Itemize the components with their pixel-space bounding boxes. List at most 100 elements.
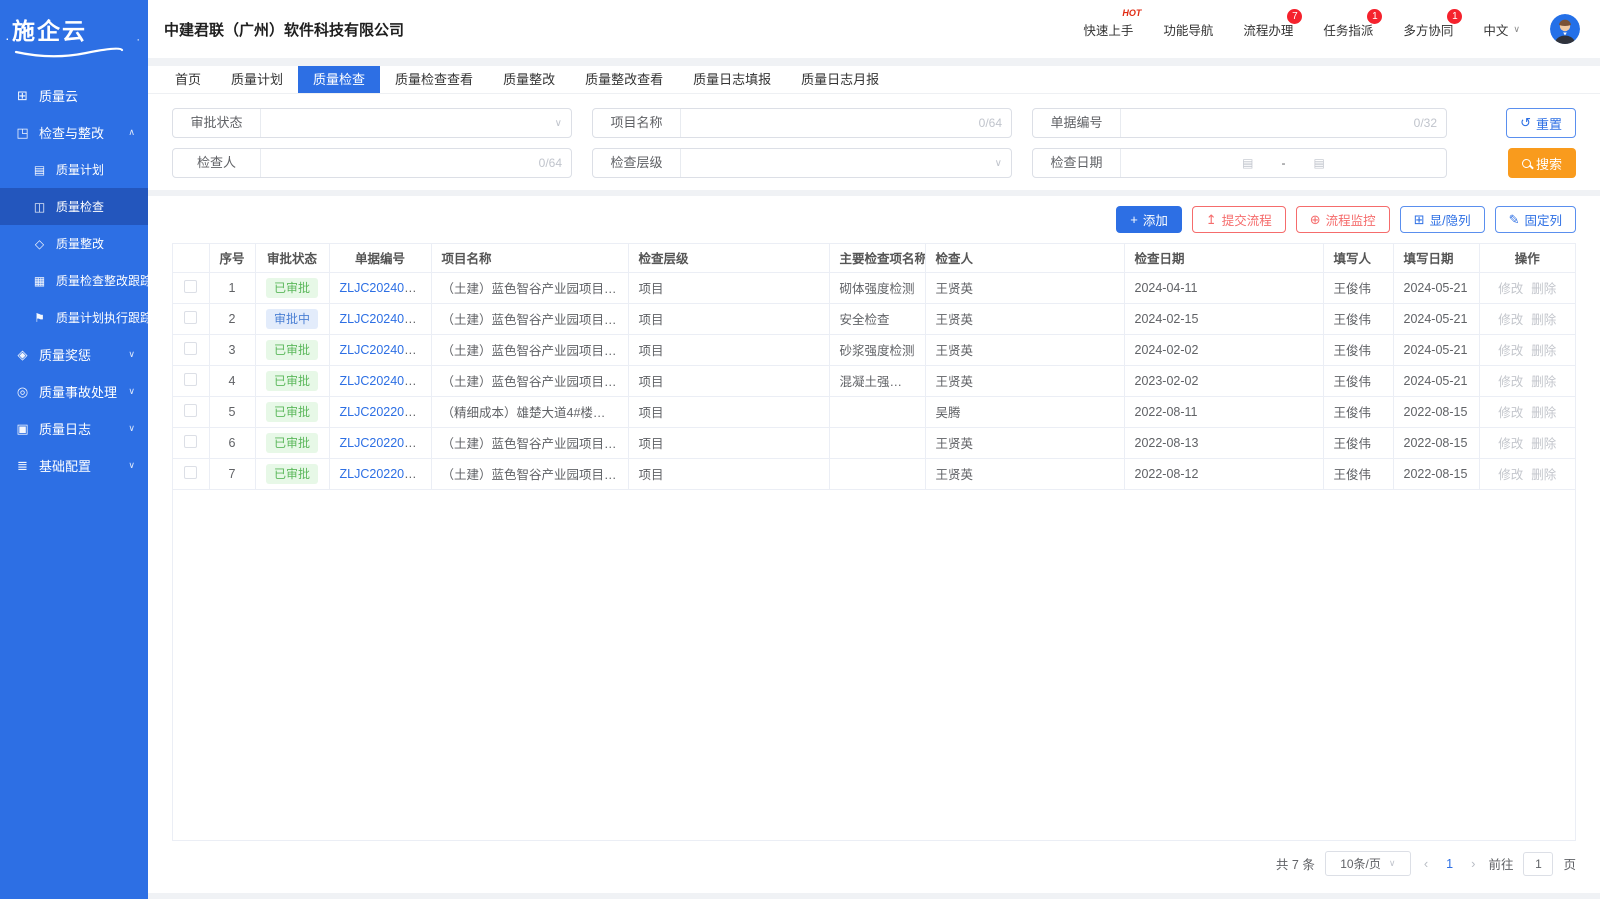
doc-number-link[interactable]: ZLJC2024050446 bbox=[340, 281, 432, 295]
daterange-separator: - bbox=[1282, 156, 1286, 170]
delete-link[interactable]: 删除 bbox=[1531, 375, 1556, 389]
edit-link[interactable]: 修改 bbox=[1498, 344, 1523, 358]
sidebar-item-检查与整改[interactable]: ◳检查与整改∧ bbox=[0, 114, 148, 151]
topnav-item-任务指派[interactable]: 任务指派1 bbox=[1323, 20, 1373, 39]
filter-input[interactable]: 0/64 bbox=[681, 109, 1011, 137]
delete-link[interactable]: 删除 bbox=[1531, 406, 1556, 420]
reset-label: 重置 bbox=[1536, 114, 1562, 133]
prev-page-button[interactable]: ‹ bbox=[1421, 856, 1431, 871]
inspector-name: 吴腾 bbox=[925, 396, 1124, 427]
chevron-up-icon: ∧ bbox=[128, 127, 135, 138]
doc-number-link[interactable]: ZLJC2022080172 bbox=[340, 467, 432, 481]
sidebar-item-质量计划[interactable]: ▤质量计划 bbox=[0, 151, 148, 188]
inspector-name: 王贤英 bbox=[925, 303, 1124, 334]
tab-质量整改[interactable]: 质量整改 bbox=[488, 66, 570, 93]
row-checkbox[interactable] bbox=[184, 342, 197, 355]
status-badge: 已审批 bbox=[266, 433, 318, 453]
sidebar-item-质量整改[interactable]: ◇质量整改 bbox=[0, 225, 148, 262]
check-item-name: 砂浆强度检测 bbox=[829, 334, 925, 365]
topnav-item-功能导航[interactable]: 功能导航 bbox=[1163, 20, 1213, 39]
sidebar-item-质量计划执行跟踪[interactable]: ⚑质量计划执行跟踪 bbox=[0, 299, 148, 336]
delete-link[interactable]: 删除 bbox=[1531, 468, 1556, 482]
流程监控-button[interactable]: ⊕流程监控 bbox=[1296, 206, 1390, 233]
edit-link[interactable]: 修改 bbox=[1498, 437, 1523, 451]
row-checkbox[interactable] bbox=[184, 373, 197, 386]
doc-number-link[interactable]: ZLJC2022080173 bbox=[340, 436, 432, 450]
check-date: 2022-08-11 bbox=[1124, 396, 1323, 427]
chevron-down-icon: ∨ bbox=[555, 118, 562, 129]
filter-input[interactable]: 0/64 bbox=[261, 149, 571, 177]
filter-label: 审批状态 bbox=[173, 109, 261, 137]
sidebar-item-质量事故处理[interactable]: ◎质量事故处理∨ bbox=[0, 373, 148, 410]
delete-link[interactable]: 删除 bbox=[1531, 282, 1556, 296]
显/隐列-button[interactable]: ⊞显/隐列 bbox=[1400, 206, 1485, 233]
固定列-button[interactable]: ✎固定列 bbox=[1495, 206, 1576, 233]
check-level: 项目 bbox=[628, 458, 829, 489]
doc-number-link[interactable]: ZLJC2022080174 bbox=[340, 405, 432, 419]
row-checkbox[interactable] bbox=[184, 466, 197, 479]
reset-button[interactable]: ↺重置 bbox=[1506, 108, 1576, 138]
sidebar-item-质量检查整改跟踪[interactable]: ▦质量检查整改跟踪 bbox=[0, 262, 148, 299]
project-name: （土建）蓝色智谷产业园项目施工总承... bbox=[431, 365, 628, 396]
edit-link[interactable]: 修改 bbox=[1498, 282, 1523, 296]
filter-select[interactable]: ∨ bbox=[261, 109, 571, 137]
delete-link[interactable]: 删除 bbox=[1531, 437, 1556, 451]
current-page[interactable]: 1 bbox=[1441, 857, 1458, 871]
topnav-item-流程办理[interactable]: 流程办理7 bbox=[1243, 20, 1293, 39]
tab-首页[interactable]: 首页 bbox=[160, 66, 216, 93]
search-button[interactable]: 搜索 bbox=[1508, 148, 1576, 178]
inspector-name: 王贤英 bbox=[925, 458, 1124, 489]
check-item-name bbox=[829, 427, 925, 458]
edit-link[interactable]: 修改 bbox=[1498, 406, 1523, 420]
user-avatar[interactable] bbox=[1550, 14, 1580, 44]
doc-number-link[interactable]: ZLJC2024050444 bbox=[340, 343, 432, 357]
filter-label: 单据编号 bbox=[1033, 109, 1121, 137]
row-checkbox[interactable] bbox=[184, 435, 197, 448]
filter-daterange[interactable]: ▤-▤ bbox=[1121, 149, 1446, 177]
sidebar-item-质量检查[interactable]: ◫质量检查 bbox=[0, 188, 148, 225]
delete-link[interactable]: 删除 bbox=[1531, 313, 1556, 327]
project-name: （土建）蓝色智谷产业园项目施工总承... bbox=[431, 458, 628, 489]
filter-input[interactable]: 0/32 bbox=[1121, 109, 1446, 137]
doc-number-link[interactable]: ZLJC2024050443 bbox=[340, 374, 432, 388]
提交流程-button[interactable]: ↥提交流程 bbox=[1192, 206, 1286, 233]
inspector-name: 王贤英 bbox=[925, 334, 1124, 365]
row-checkbox[interactable] bbox=[184, 311, 197, 324]
chevron-down-icon: ∨ bbox=[1513, 24, 1520, 35]
sidebar-item-质量奖惩[interactable]: ◈质量奖惩∨ bbox=[0, 336, 148, 373]
edit-link[interactable]: 修改 bbox=[1498, 468, 1523, 482]
logo-text: 施企云 bbox=[12, 12, 138, 46]
filter-select[interactable]: ∨ bbox=[681, 149, 1011, 177]
tab-质量整改查看[interactable]: 质量整改查看 bbox=[570, 66, 678, 93]
delete-link[interactable]: 删除 bbox=[1531, 344, 1556, 358]
edit-link[interactable]: 修改 bbox=[1498, 375, 1523, 389]
sidebar-item-质量日志[interactable]: ▣质量日志∨ bbox=[0, 410, 148, 447]
tab-质量检查[interactable]: 质量检查 bbox=[298, 66, 380, 93]
row-checkbox[interactable] bbox=[184, 404, 197, 417]
sidebar-item-基础配置[interactable]: ≣基础配置∨ bbox=[0, 447, 148, 484]
doc-number-link[interactable]: ZLJC2024050445 bbox=[340, 312, 432, 326]
tab-质量计划[interactable]: 质量计划 bbox=[216, 66, 298, 93]
添加-button[interactable]: +添加 bbox=[1116, 206, 1182, 233]
goto-page-input[interactable] bbox=[1523, 852, 1553, 876]
check-level: 项目 bbox=[628, 272, 829, 303]
row-checkbox[interactable] bbox=[184, 280, 197, 293]
sidebar: · 施企云 · ⊞质量云◳检查与整改∧▤质量计划◫质量检查◇质量整改▦质量检查整… bbox=[0, 0, 148, 899]
topnav: 快速上手HOT 功能导航 流程办理7 任务指派1 多方协同1 中文∨ bbox=[1083, 14, 1580, 44]
target-icon: ◎ bbox=[15, 384, 30, 400]
page-size-select[interactable]: 10条/页 ∨ bbox=[1325, 851, 1411, 876]
writer-name: 王俊伟 bbox=[1323, 396, 1393, 427]
next-page-button[interactable]: › bbox=[1468, 856, 1478, 871]
tab-质量日志填报[interactable]: 质量日志填报 bbox=[678, 66, 786, 93]
search-label: 搜索 bbox=[1536, 154, 1562, 173]
tab-质量检查查看[interactable]: 质量检查查看 bbox=[380, 66, 488, 93]
write-date: 2022-08-15 bbox=[1393, 427, 1479, 458]
topnav-item-快速上手[interactable]: 快速上手HOT bbox=[1083, 20, 1133, 39]
topnav-item-多方协同[interactable]: 多方协同1 bbox=[1403, 20, 1453, 39]
sidebar-item-质量云[interactable]: ⊞质量云 bbox=[0, 77, 148, 114]
language-select[interactable]: 中文∨ bbox=[1483, 20, 1520, 39]
row-index: 5 bbox=[209, 396, 255, 427]
check-date: 2022-08-12 bbox=[1124, 458, 1323, 489]
edit-link[interactable]: 修改 bbox=[1498, 313, 1523, 327]
tab-质量日志月报[interactable]: 质量日志月报 bbox=[786, 66, 894, 93]
